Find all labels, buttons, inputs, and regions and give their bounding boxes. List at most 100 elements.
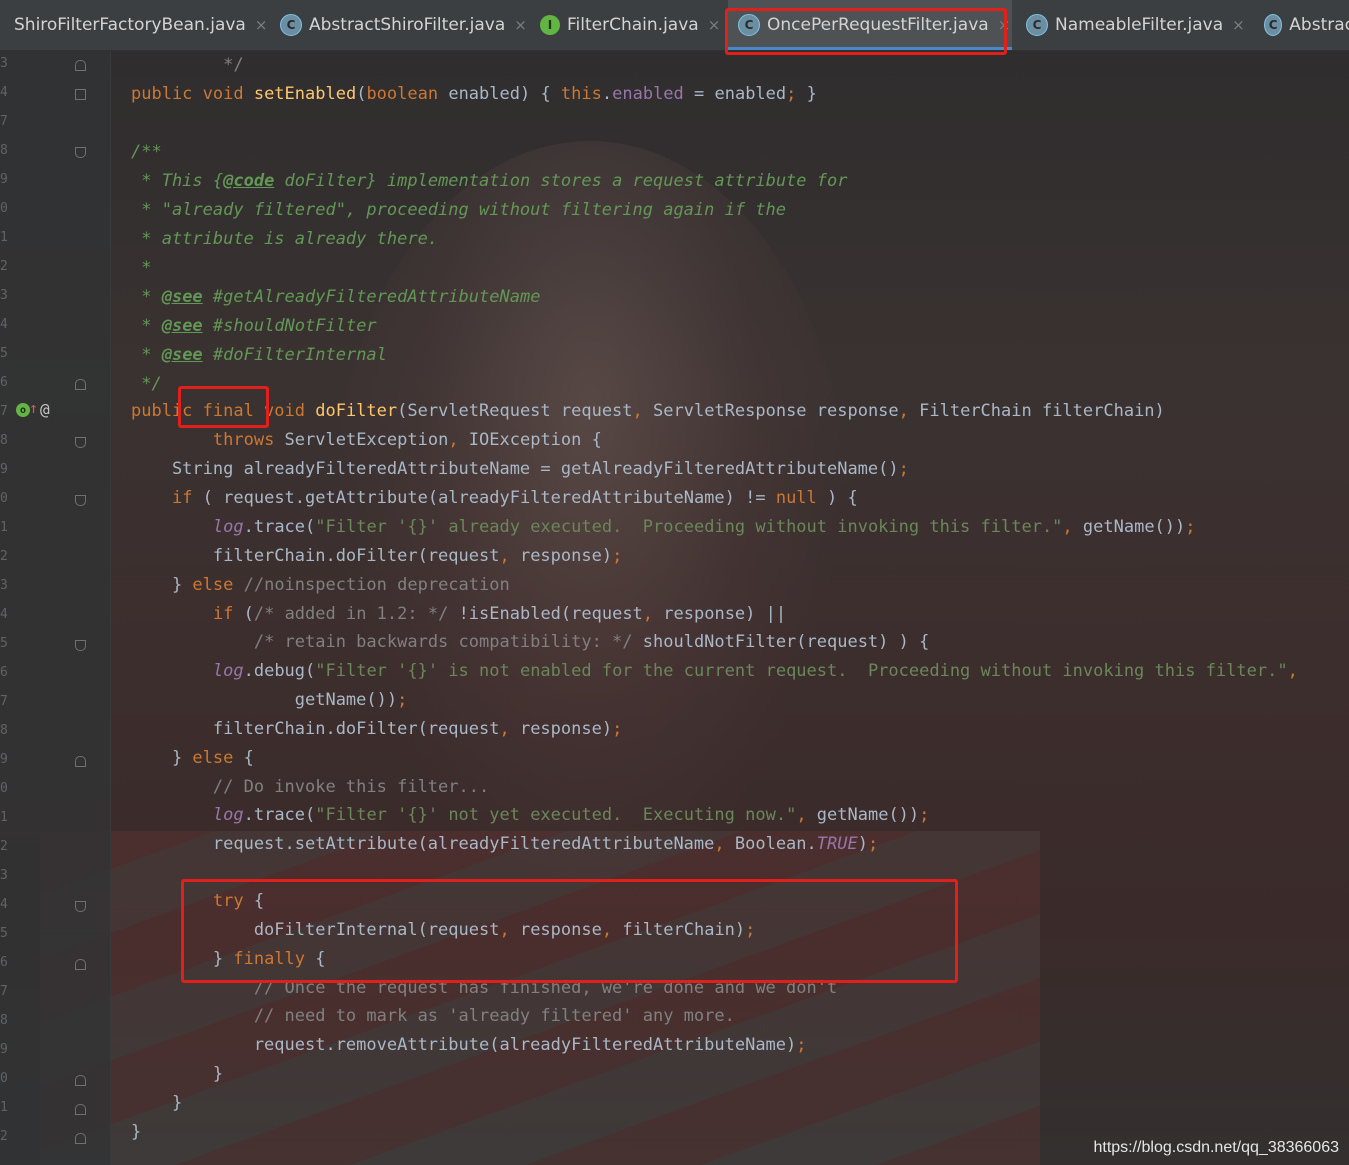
code-line: }	[131, 1060, 223, 1089]
abstract-class-icon: C	[1026, 14, 1048, 36]
code-line: // Do invoke this filter...	[131, 773, 489, 802]
fold-marker-icon[interactable]	[75, 959, 86, 970]
line-number: 7	[0, 984, 8, 999]
line-number: 1	[0, 230, 8, 245]
fold-marker-icon[interactable]	[75, 147, 86, 158]
code-text: // need to mark as 'already filtered' an…	[131, 1006, 735, 1026]
tab-shirofilterfactorybean[interactable]: ShiroFilterFactoryBean.java ×	[0, 0, 267, 50]
fold-marker-icon[interactable]	[75, 437, 86, 448]
code-line: request.removeAttribute(alreadyFilteredA…	[131, 1035, 807, 1055]
code-line: request.setAttribute(alreadyFilteredAttr…	[131, 834, 879, 854]
tab-label: NameableFilter.java	[1055, 15, 1224, 35]
code-line: */	[131, 370, 162, 399]
code-text: }	[131, 1122, 142, 1142]
tab-abstractshirofilter[interactable]: C AbstractShiroFilter.java ×	[270, 0, 530, 50]
line-number: 0	[0, 781, 8, 796]
highlight-box-final-keyword	[178, 386, 269, 428]
fold-marker-icon[interactable]	[75, 901, 86, 912]
line-number: 2	[0, 259, 8, 274]
tab-filterchain[interactable]: I FilterChain.java ×	[530, 0, 723, 50]
line-number: 3	[0, 578, 8, 593]
close-icon[interactable]: ×	[514, 16, 527, 34]
line-number: 2	[0, 549, 8, 564]
ide-window: ShiroFilterFactoryBean.java × C Abstract…	[0, 0, 1349, 1165]
line-number: 0	[0, 491, 8, 506]
line-number: 7	[0, 694, 8, 709]
code-line: filterChain.doFilter(request, response);	[131, 719, 623, 739]
code-line: /* retain backwards compatibility: */ sh…	[253, 632, 930, 652]
line-number: 0	[0, 1071, 8, 1086]
line-number: 9	[0, 462, 8, 477]
line-number: 8	[0, 1013, 8, 1028]
line-number: 9	[0, 1042, 8, 1057]
fold-marker-icon[interactable]	[75, 495, 86, 506]
line-number: 6	[0, 665, 8, 680]
line-number: 8	[0, 433, 8, 448]
code-line: log.trace("Filter '{}' already executed.…	[212, 517, 1196, 537]
line-number: 1	[0, 810, 8, 825]
tab-label: Abstrac	[1289, 15, 1349, 35]
line-number: 1	[0, 520, 8, 535]
line-number: 9	[0, 172, 8, 187]
code-line: }	[131, 1118, 141, 1147]
code-line: * @see #getAlreadyFilteredAttributeName	[131, 287, 541, 307]
code-line: * "already filtered", proceeding without…	[131, 196, 786, 225]
highlight-box-active-tab	[725, 8, 1007, 55]
code-line: * attribute is already there.	[131, 225, 438, 254]
fold-marker-icon[interactable]	[75, 1133, 86, 1144]
line-number: 3	[0, 56, 8, 71]
code-text: */	[131, 374, 162, 394]
code-text: */	[131, 55, 244, 75]
fold-marker-icon[interactable]	[75, 379, 86, 390]
fold-expand-icon[interactable]	[75, 89, 86, 100]
code-line: getName());	[131, 690, 408, 710]
close-icon[interactable]: ×	[255, 16, 268, 34]
line-number: 7	[0, 404, 8, 419]
code-line: */	[131, 51, 244, 80]
code-line: *	[131, 254, 151, 283]
code-line: log.trace("Filter '{}' not yet executed.…	[212, 805, 930, 825]
tab-nameablefilter[interactable]: C NameableFilter.java ×	[1016, 0, 1256, 50]
line-number: 4	[0, 607, 8, 622]
line-number: 8	[0, 143, 8, 158]
line-gutter[interactable]: 3 4 7 8 9 0 1 2 3 4 5 6 7 8 9 0 1 2 3 4 …	[0, 51, 111, 1165]
close-icon[interactable]: ×	[1232, 16, 1245, 34]
code-line: log.debug("Filter '{}' is not enabled fo…	[212, 661, 1298, 681]
code-line: if ( request.getAttribute(alreadyFiltere…	[171, 488, 858, 508]
line-number: 4	[0, 317, 8, 332]
line-number: 5	[0, 636, 8, 651]
line-number: 3	[0, 868, 8, 883]
code-line: public final void doFilter(ServletReques…	[131, 401, 1165, 421]
tab-label: FilterChain.java	[567, 15, 699, 35]
code-line: * @see #doFilterInternal	[131, 345, 387, 365]
fold-marker-icon[interactable]	[75, 60, 86, 71]
code-line: throws ServletException, IOException {	[212, 430, 602, 450]
code-line: /**	[131, 142, 162, 162]
line-number: 2	[0, 839, 8, 854]
code-text: // Do invoke this filter...	[131, 777, 490, 797]
watermark-url: https://blog.csdn.net/qq_38366063	[1093, 1139, 1339, 1156]
arrow-up-icon[interactable]: ↑	[29, 399, 38, 417]
line-number: 1	[0, 1100, 8, 1115]
line-number: 4	[0, 85, 8, 100]
fold-marker-icon[interactable]	[75, 1075, 86, 1086]
line-number: 6	[0, 375, 8, 390]
code-line: public void setEnabled(boolean enabled) …	[131, 84, 817, 104]
code-line: }	[131, 1089, 182, 1118]
code-line: filterChain.doFilter(request, response);	[131, 546, 623, 566]
code-line: * This {@code doFilter} implementation s…	[131, 171, 848, 191]
fold-marker-icon[interactable]	[75, 1104, 86, 1115]
fold-marker-icon[interactable]	[75, 756, 86, 767]
code-line: String alreadyFilteredAttributeName = ge…	[131, 459, 909, 479]
fold-marker-icon[interactable]	[75, 640, 86, 651]
code-text: * attribute is already there.	[131, 229, 439, 249]
code-text: }	[131, 1064, 224, 1084]
tab-abstract-truncated[interactable]: C Abstrac	[1254, 0, 1349, 50]
abstract-class-icon: C	[1264, 14, 1283, 36]
override-method-icon[interactable]: o	[16, 403, 30, 417]
line-number: 5	[0, 926, 8, 941]
code-editor[interactable]: 3 4 7 8 9 0 1 2 3 4 5 6 7 8 9 0 1 2 3 4 …	[0, 51, 1349, 1165]
annotation-marker[interactable]: @	[40, 400, 50, 419]
close-icon[interactable]: ×	[708, 16, 721, 34]
line-number: 5	[0, 346, 8, 361]
